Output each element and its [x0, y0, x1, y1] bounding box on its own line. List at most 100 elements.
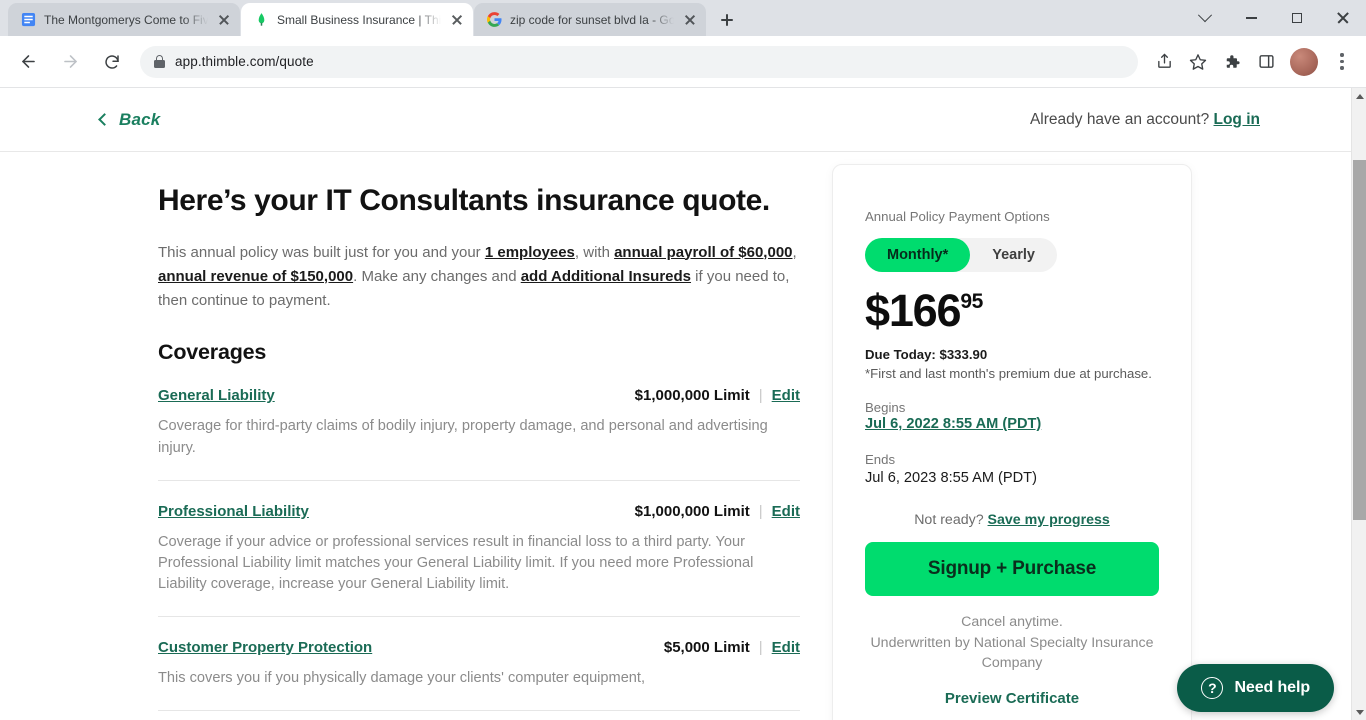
tab-title: Small Business Insurance | Thimb	[277, 12, 441, 27]
close-icon[interactable]	[449, 12, 465, 28]
toggle-option-yearly[interactable]: Yearly	[970, 238, 1057, 272]
thimble-icon	[253, 12, 269, 28]
new-tab-button[interactable]	[713, 6, 741, 34]
coverage-item: General Liability $1,000,000 Limit | Edi…	[158, 365, 800, 458]
edit-coverage-link[interactable]: Edit	[772, 639, 800, 656]
back-link[interactable]: Back	[98, 109, 161, 130]
window-close-icon[interactable]	[1320, 0, 1366, 36]
coverage-name-link[interactable]: General Liability	[158, 387, 275, 404]
google-icon	[486, 12, 502, 28]
coverage-name-link[interactable]: Customer Property Protection	[158, 639, 372, 656]
browser-window: The Montgomerys Come to Five Small Busin…	[0, 0, 1366, 720]
payment-frequency-toggle[interactable]: Monthly* Yearly	[865, 238, 1057, 272]
side-panel-icon[interactable]	[1250, 46, 1282, 78]
preview-certificate-link[interactable]: Preview Certificate	[865, 690, 1159, 707]
scroll-down-arrow-icon[interactable]	[1352, 704, 1366, 720]
underwritten-by-text: Underwritten by National Specialty Insur…	[870, 634, 1154, 672]
browser-tab[interactable]: The Montgomerys Come to Five	[8, 3, 240, 36]
revenue-link[interactable]: annual revenue of $150,000	[158, 268, 353, 285]
coverage-description: This covers you if you physically damage…	[158, 670, 646, 687]
coverage-row: General Liability $1,000,000 Limit | Edi…	[158, 387, 800, 404]
coverage-row: Professional Liability $1,000,000 Limit …	[158, 503, 800, 520]
coverage-row: Customer Property Protection $5,000 Limi…	[158, 639, 800, 656]
need-help-label: Need help	[1234, 679, 1310, 696]
coverage-description: Coverage for third-party claims of bodil…	[158, 418, 768, 456]
price-display: $166 95	[865, 288, 1159, 333]
cancel-anytime-text: Cancel anytime.	[961, 614, 1063, 630]
address-bar[interactable]: app.thimble.com/quote	[140, 45, 1138, 78]
lede-part-1: This annual policy was built just for yo…	[158, 243, 485, 261]
quote-details-column: Here’s your IT Consultants insurance quo…	[0, 152, 800, 720]
document-blue-icon	[20, 12, 36, 28]
forward-arrow-icon[interactable]	[54, 46, 86, 78]
coverage-description: Coverage if your advice or professional …	[158, 533, 754, 593]
quote-summary-paragraph: This annual policy was built just for yo…	[158, 241, 800, 314]
payroll-link[interactable]: annual payroll of $60,000	[614, 244, 792, 261]
question-circle-icon: ?	[1201, 677, 1224, 699]
lock-icon	[154, 55, 165, 68]
page-scrollbar[interactable]	[1351, 88, 1366, 720]
quote-card-column: Annual Policy Payment Options Monthly* Y…	[800, 152, 1192, 720]
divider: |	[758, 502, 763, 520]
page-title: Here’s your IT Consultants insurance quo…	[158, 184, 770, 217]
back-arrow-icon[interactable]	[12, 46, 44, 78]
ends-label: Ends	[865, 452, 896, 467]
coverage-meta: $1,000,000 Limit | Edit	[635, 503, 800, 520]
toggle-option-monthly[interactable]: Monthly*	[865, 238, 971, 272]
policy-ends-block: Ends Jul 6, 2023 8:55 AM (PDT)	[865, 452, 1159, 486]
bookmark-star-icon[interactable]	[1182, 46, 1214, 78]
begins-label: Begins	[865, 400, 906, 415]
need-help-chat-button[interactable]: ? Need help	[1177, 664, 1334, 712]
browser-tab[interactable]: zip code for sunset blvd la - Goo	[474, 3, 706, 36]
underwriting-disclaimer: Cancel anytime. Underwritten by National…	[865, 612, 1159, 674]
price-dollars: $166	[865, 285, 962, 336]
premium-fine-print: *First and last month's premium due at p…	[865, 366, 1152, 381]
menu-kebab-icon[interactable]	[1326, 46, 1358, 78]
coverage-name-link[interactable]: Professional Liability	[158, 503, 309, 520]
employees-link[interactable]: 1 employees	[485, 244, 575, 261]
edit-coverage-link[interactable]: Edit	[772, 503, 800, 520]
coverage-item: Business Equipment Protection $5,000 Lim…	[158, 710, 800, 720]
coverage-limit: $5,000 Limit	[663, 639, 750, 657]
coverage-item: Professional Liability $1,000,000 Limit …	[158, 479, 800, 595]
close-icon[interactable]	[216, 12, 232, 28]
policy-begins-block: Begins Jul 6, 2022 8:55 AM (PDT)	[865, 400, 1159, 433]
maximize-icon[interactable]	[1274, 0, 1320, 36]
ends-date-value: Jul 6, 2023 8:55 AM (PDT)	[865, 470, 1037, 486]
share-icon[interactable]	[1148, 46, 1180, 78]
save-my-progress-link[interactable]: Save my progress	[988, 512, 1110, 528]
page-content: Here’s your IT Consultants insurance quo…	[0, 152, 1366, 720]
begins-date-link[interactable]: Jul 6, 2022 8:55 AM (PDT)	[865, 416, 1041, 432]
coverages-heading: Coverages	[158, 340, 267, 365]
coverage-item: Customer Property Protection $5,000 Limi…	[158, 616, 800, 689]
page-header: Back Already have an account? Log in	[0, 88, 1366, 152]
reload-icon[interactable]	[96, 46, 128, 78]
lede-part-4: . Make any changes and	[353, 267, 521, 285]
back-label: Back	[119, 109, 161, 129]
close-icon[interactable]	[682, 12, 698, 28]
browser-tab-active[interactable]: Small Business Insurance | Thimb	[241, 3, 473, 36]
account-prompt: Already have an account? Log in	[1030, 111, 1260, 129]
quote-card: Annual Policy Payment Options Monthly* Y…	[832, 164, 1192, 720]
scrollbar-thumb[interactable]	[1353, 160, 1366, 520]
due-today-amount: Due Today: $333.90	[865, 347, 988, 362]
scroll-up-arrow-icon[interactable]	[1352, 88, 1366, 104]
account-prompt-text: Already have an account?	[1029, 110, 1210, 128]
edit-coverage-link[interactable]: Edit	[772, 387, 800, 404]
signup-purchase-button[interactable]: Signup + Purchase	[865, 542, 1159, 596]
add-additional-insureds-link[interactable]: add Additional Insureds	[521, 268, 691, 285]
profile-avatar[interactable]	[1290, 47, 1318, 76]
extensions-puzzle-icon[interactable]	[1216, 46, 1248, 78]
tab-title: zip code for sunset blvd la - Goo	[510, 12, 674, 27]
minimize-icon[interactable]	[1228, 0, 1274, 36]
divider: |	[758, 639, 763, 657]
tab-strip: The Montgomerys Come to Five Small Busin…	[0, 0, 1366, 36]
coverage-limit: $1,000,000 Limit	[634, 387, 750, 405]
tab-title: The Montgomerys Come to Five	[44, 12, 208, 27]
price-cents: 95	[960, 290, 983, 313]
browser-toolbar: app.thimble.com/quote	[0, 36, 1366, 88]
address-bar-url: app.thimble.com/quote	[175, 54, 314, 69]
login-link[interactable]: Log in	[1214, 111, 1261, 128]
lede-part-2: , with	[574, 243, 615, 261]
tab-search-chevron-down-icon[interactable]	[1182, 0, 1228, 36]
